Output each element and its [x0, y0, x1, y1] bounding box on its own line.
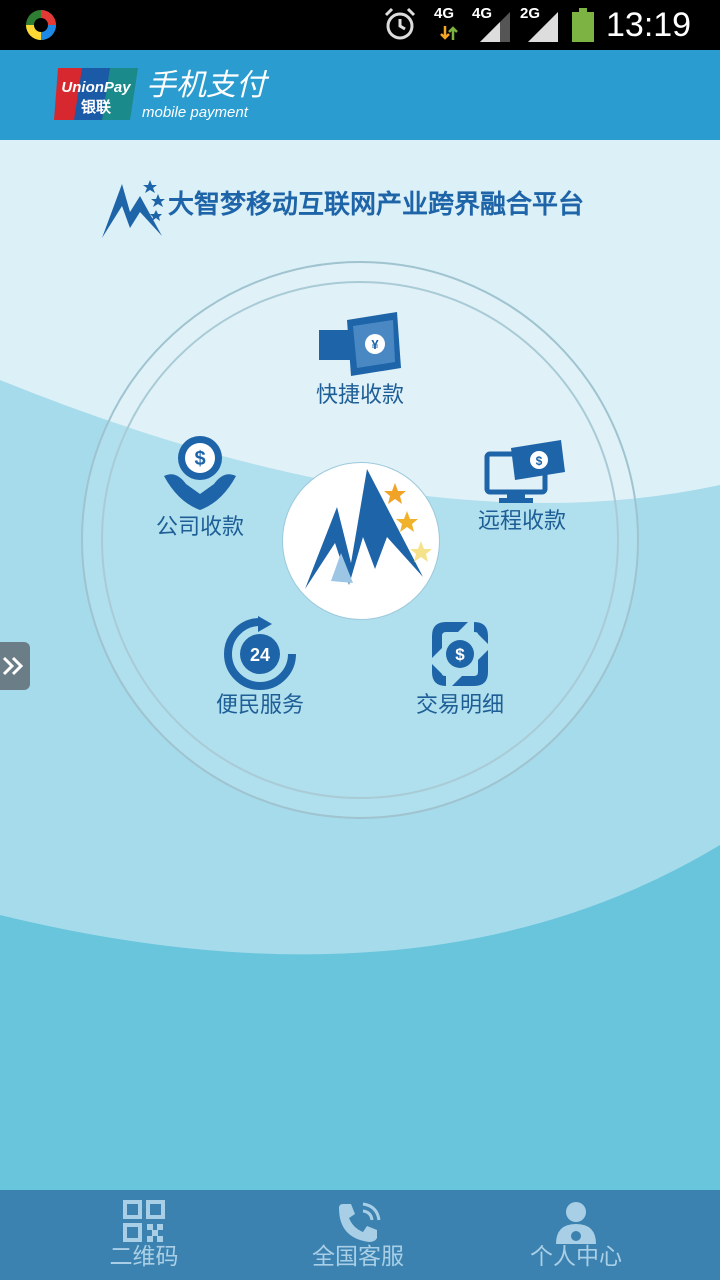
svg-text:$: $ [194, 448, 205, 470]
platform-logo-icon [102, 180, 165, 238]
qr-code-icon [123, 1200, 165, 1242]
phone-icon [339, 1202, 381, 1242]
bottom-nav: 二维码 全国客服 个人中心 [0, 1190, 720, 1280]
nav-label: 二维码 [109, 1244, 179, 1270]
status-bar: 4G 4G 2G 13:19 [0, 0, 720, 50]
svg-text:$: $ [536, 454, 543, 468]
unionpay-brand-cn: 银联 [81, 98, 112, 116]
menu-label: 远程收款 [477, 509, 566, 534]
double-chevron-right-icon [2, 656, 24, 676]
menu-transaction-detail[interactable]: $ 交易明细 [390, 616, 530, 720]
signal-4g-indicator: 4G [472, 4, 516, 44]
app-title: 手机支付 [146, 68, 266, 103]
remote-receipt-icon: $ [484, 440, 565, 503]
nav-label: 全国客服 [312, 1244, 404, 1270]
menu-quick-receipt[interactable]: ¥ 快捷收款 [290, 310, 430, 410]
menu-remote-receipt[interactable]: $ 远程收款 [452, 436, 592, 536]
menu-convenience-service[interactable]: 24 便民服务 [190, 616, 330, 720]
nav-customer-service[interactable]: 全国客服 [268, 1190, 448, 1280]
alarm-icon [384, 7, 416, 40]
center-logo [282, 462, 440, 620]
platform-title: 大智梦移动互联网产业跨界融合平台 [168, 190, 585, 220]
menu-label: 交易明细 [415, 693, 504, 718]
mountain-logo-icon [305, 469, 432, 589]
quick-receipt-icon: ¥ [319, 312, 401, 376]
svg-text:24: 24 [250, 645, 270, 665]
signal-bars-icon [528, 12, 558, 42]
battery-icon [572, 8, 594, 42]
nav-personal-center[interactable]: 个人中心 [486, 1190, 666, 1280]
side-drawer-handle[interactable] [0, 642, 30, 690]
signal-bars-icon [480, 12, 510, 42]
network-label: 4G [434, 5, 455, 22]
unionpay-logo: UnionPay 银联 [54, 68, 138, 120]
menu-label: 便民服务 [215, 693, 304, 718]
svg-text:$: $ [455, 645, 465, 664]
menu-company-receipt[interactable]: $ 公司收款 [130, 430, 270, 542]
24h-service-icon: 24 [224, 616, 296, 690]
nav-label: 个人中心 [530, 1244, 622, 1270]
clock: 13:19 [606, 6, 692, 44]
menu-label: 公司收款 [155, 515, 244, 540]
company-receipt-icon: $ [164, 436, 236, 510]
app-subtitle: mobile payment [142, 104, 248, 121]
menu-label: 快捷收款 [315, 383, 404, 408]
app-notification-icon [26, 10, 56, 40]
app-header: UnionPay 银联 手机支付 mobile payment [0, 50, 720, 140]
nav-qr-code[interactable]: 二维码 [54, 1190, 234, 1280]
transaction-detail-icon: $ [432, 622, 488, 686]
signal-2g-indicator: 2G [520, 4, 564, 44]
data-arrows-icon [440, 26, 458, 40]
main-content: 大智梦移动互联网产业跨界融合平台 ¥ 快捷收款 $ 远程收款 $ 公司收款 24… [0, 140, 720, 1190]
svg-text:¥: ¥ [371, 337, 379, 352]
unionpay-brand-text: UnionPay [61, 79, 131, 96]
user-icon [556, 1202, 596, 1244]
